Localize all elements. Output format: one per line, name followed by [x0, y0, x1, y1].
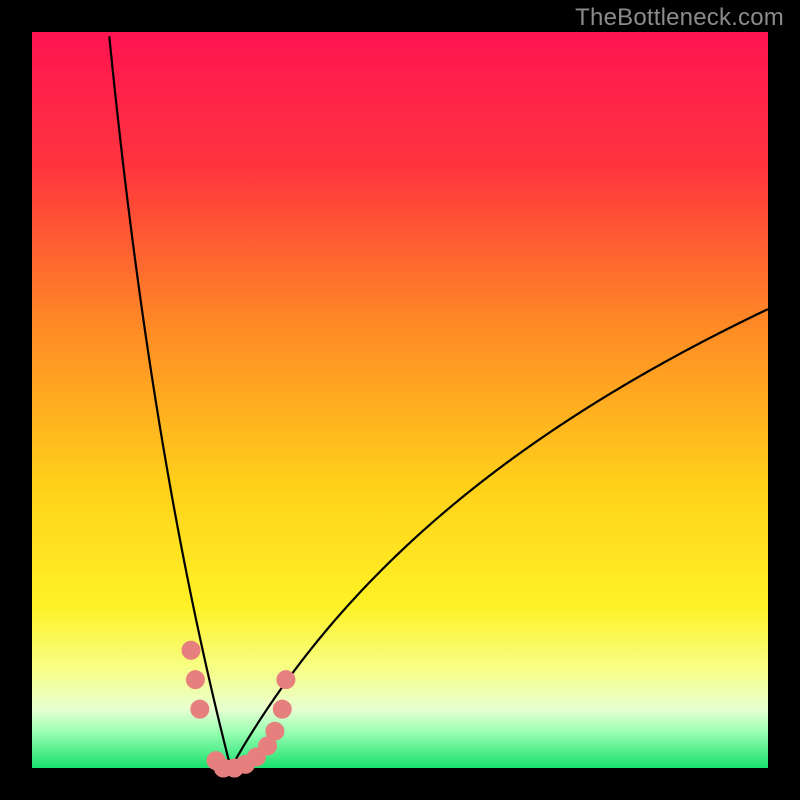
data-dot	[182, 641, 200, 659]
watermark-text: TheBottleneck.com	[575, 4, 784, 32]
data-dot	[273, 700, 291, 718]
chart-canvas	[0, 0, 800, 800]
chart-frame: TheBottleneck.com	[0, 0, 800, 800]
plot-background	[32, 32, 768, 768]
data-dot	[186, 671, 204, 689]
data-dot	[277, 671, 295, 689]
data-dot	[191, 700, 209, 718]
data-dot	[266, 722, 284, 740]
